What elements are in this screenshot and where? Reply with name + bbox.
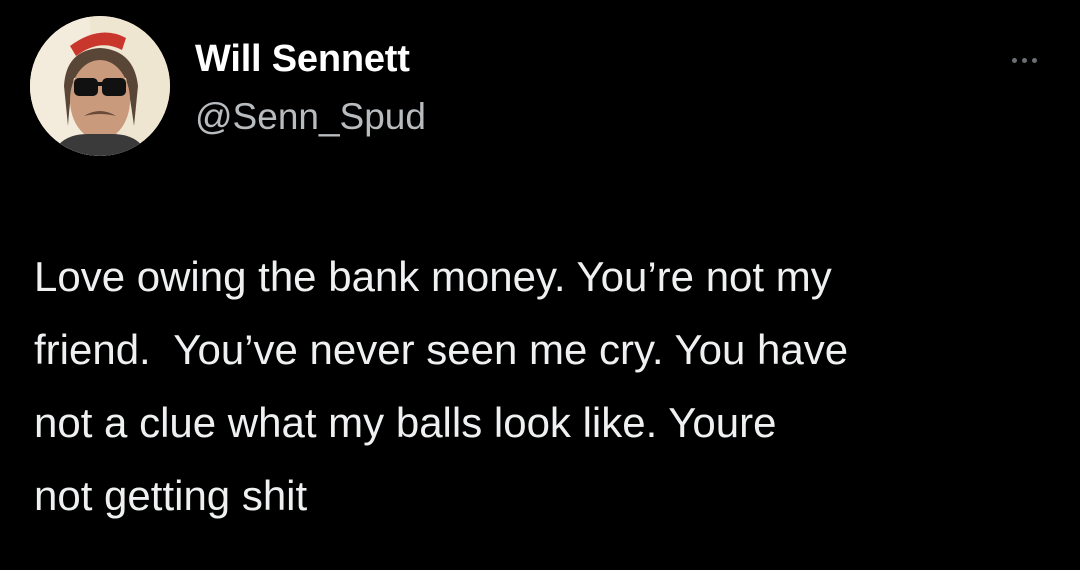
- more-options-button[interactable]: [1000, 48, 1048, 72]
- avatar[interactable]: [30, 16, 170, 156]
- tweet-text: Love owing the bank money. You’re not my…: [34, 253, 849, 519]
- display-name[interactable]: Will Sennett: [195, 38, 410, 81]
- ellipsis-icon: [1021, 57, 1027, 63]
- profile-photo-icon: [30, 16, 170, 156]
- ellipsis-icon: [1031, 57, 1037, 63]
- ellipsis-icon: [1011, 57, 1017, 63]
- tweet-card: Will Sennett @Senn_Spud Love owing the b…: [0, 0, 1080, 570]
- user-handle[interactable]: @Senn_Spud: [195, 96, 426, 138]
